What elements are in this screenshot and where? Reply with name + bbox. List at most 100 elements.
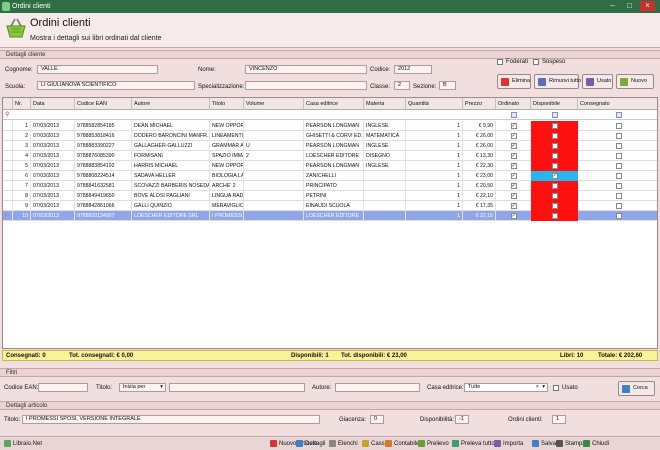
filter-autore-field[interactable] [335,383,420,392]
classe-field[interactable]: 2 [394,81,410,90]
rimuovi-tutto-button[interactable]: Rimuovi tutto [534,74,581,89]
status-exit-button[interactable]: Chiudi [583,437,609,450]
table-row[interactable]: 7 07/03/2013 9788841632581 SCOVAZZI BARBERI… [3,181,657,191]
foderati-checkbox[interactable] [497,59,503,65]
orders-grid[interactable]: Nr. Data Codice EAN Autore Titolo Volume Casa … [2,97,658,349]
col-header-nr[interactable]: Nr. [13,98,31,110]
disponibile-checkbox[interactable] [551,213,558,219]
ordinato-checkbox[interactable]: ✓ [510,173,517,179]
disponibile-checkbox[interactable] [551,133,558,139]
status-accounting-button[interactable]: Contabile [385,437,419,450]
table-row[interactable]: 6 07/03/2013 9788808224514 SADAVA HELLER BIO… [3,171,657,181]
disponibile-checkbox[interactable]: ✓ [551,173,558,179]
disponibile-checkbox[interactable] [551,203,558,209]
nome-field[interactable]: VINCENZO [245,65,367,74]
consegnato-checkbox[interactable] [615,123,622,129]
table-row[interactable]: 1 07/03/2013 9788582854185 DEAN MICHAEL NEW … [3,121,657,131]
table-row[interactable]: 3 07/03/2013 9788883390227 GALLAGHER-GALLUZ… [3,141,657,151]
disponibile-cell[interactable] [531,201,578,211]
col-header-consegnato[interactable]: Consegnato [578,98,657,110]
sezione-field[interactable]: B [439,81,456,90]
ordinato-checkbox[interactable]: ✓ [510,183,517,189]
disponibile-cell[interactable]: ✓ [531,171,578,181]
disponibile-checkbox[interactable] [551,153,558,159]
table-row[interactable]: › 10 07/03/2013 9788820134907 LOESCHER EDITO… [3,211,657,221]
consegnato-checkbox[interactable] [615,133,622,139]
col-header-materia[interactable]: Materia [364,98,406,110]
ordinato-checkbox[interactable]: ✓ [510,163,517,169]
consegnato-checkbox[interactable] [615,173,622,179]
disponibile-checkbox[interactable] [551,193,558,199]
disponibile-cell[interactable] [531,131,578,141]
minimize-button[interactable]: – [605,1,620,11]
consegnato-checkbox[interactable] [615,153,622,159]
col-header-prezzo[interactable]: Prezzo [463,98,496,110]
disponibile-checkbox[interactable] [551,123,558,129]
col-header-volume[interactable]: Volume [244,98,304,110]
filter-checkbox-disponibile[interactable] [551,112,558,118]
status-save-button[interactable]: Salva [532,437,556,450]
col-header-ordinato[interactable]: Ordinato [496,98,531,110]
ordinato-checkbox[interactable]: ✓ [510,133,517,139]
col-header-disponibile[interactable]: Disponibile [531,98,578,110]
filter-titolo-mode-select[interactable]: Inizia per ▾ [119,383,166,392]
disponibile-cell[interactable] [531,151,578,161]
filter-editore-select[interactable]: Tutte × ▾ [464,383,548,392]
specializzazione-field[interactable] [245,81,367,90]
status-pick-all-button[interactable]: Preleva tutto [452,437,495,450]
consegnato-checkbox[interactable] [615,213,622,219]
table-row[interactable]: 9 07/03/2013 9788842861066 GALLI QUINZIO MER… [3,201,657,211]
status-list-button[interactable]: Elenchi [329,437,358,450]
filter-titolo-field[interactable] [169,383,305,392]
disponibile-cell[interactable] [531,161,578,171]
filter-ean-field[interactable] [38,383,88,392]
maximize-button[interactable]: □ [622,1,637,11]
ordinato-checkbox[interactable]: ✓ [510,123,517,129]
table-row[interactable]: 4 07/03/2013 9788876085390 FORMISANI SPAZIO … [3,151,657,161]
ordinato-checkbox[interactable]: ✓ [510,153,517,159]
col-header-quantita[interactable]: Quantità [406,98,463,110]
ordinato-checkbox[interactable]: ✓ [510,193,517,199]
close-window-button[interactable]: × [640,1,655,11]
col-header-ean[interactable]: Codice EAN [75,98,132,110]
col-header-data[interactable]: Data [31,98,75,110]
table-row[interactable]: 2 07/03/2013 9788853818416 DODERO BARONCINI… [3,131,657,141]
disponibile-checkbox[interactable] [551,163,558,169]
consegnato-checkbox[interactable] [615,183,622,189]
filter-checkbox-ordinato[interactable] [510,112,517,118]
status-print-button[interactable]: Stampa [556,437,586,450]
consegnato-checkbox[interactable] [615,143,622,149]
consegnato-checkbox[interactable] [615,163,622,169]
ordinato-checkbox[interactable]: ✓ [510,203,517,209]
filter-checkbox-consegnato[interactable] [615,112,622,118]
scuola-field[interactable]: LI GIULIANOVA SCIENTIFICO [37,81,195,90]
filter-usato-checkbox[interactable] [553,385,559,391]
col-header-autore[interactable]: Autore [132,98,210,110]
status-details-button[interactable]: Dettagli [296,437,325,450]
disponibile-cell[interactable] [531,141,578,151]
usato-button[interactable]: Usato [582,74,613,89]
nuovo-button[interactable]: Nuovo [616,74,654,89]
col-header-editore[interactable]: Casa editrice [304,98,364,110]
cerca-button[interactable]: Cerca [618,381,655,396]
disponibile-checkbox[interactable] [551,143,558,149]
table-row[interactable]: 5 07/03/2013 9788883854192 HARRIS MICHAEL NE… [3,161,657,171]
sospeso-checkbox[interactable] [533,59,539,65]
ordinato-checkbox[interactable]: ✓ [510,213,517,219]
cognome-field[interactable]: VALLE [37,65,158,74]
table-row[interactable]: 8 07/03/2013 9788849419650 BOVE ALOSI PAGLI… [3,191,657,201]
disponibile-cell[interactable] [531,211,578,221]
status-pick-button[interactable]: Prelievo [418,437,449,450]
col-header-titolo[interactable]: Titolo [210,98,244,110]
grid-filter-row[interactable]: ⚲ [3,110,657,120]
consegnato-checkbox[interactable] [615,203,622,209]
consegnato-checkbox[interactable] [615,193,622,199]
ordinato-checkbox[interactable]: ✓ [510,143,517,149]
status-import-button[interactable]: Importa [494,437,523,450]
disponibile-cell[interactable] [531,191,578,201]
disponibile-cell[interactable] [531,121,578,131]
codice-field[interactable]: 2012 [394,65,432,74]
disponibile-cell[interactable] [531,181,578,191]
elimina-button[interactable]: Elimina [497,74,531,89]
clear-icon[interactable]: × [536,384,539,391]
